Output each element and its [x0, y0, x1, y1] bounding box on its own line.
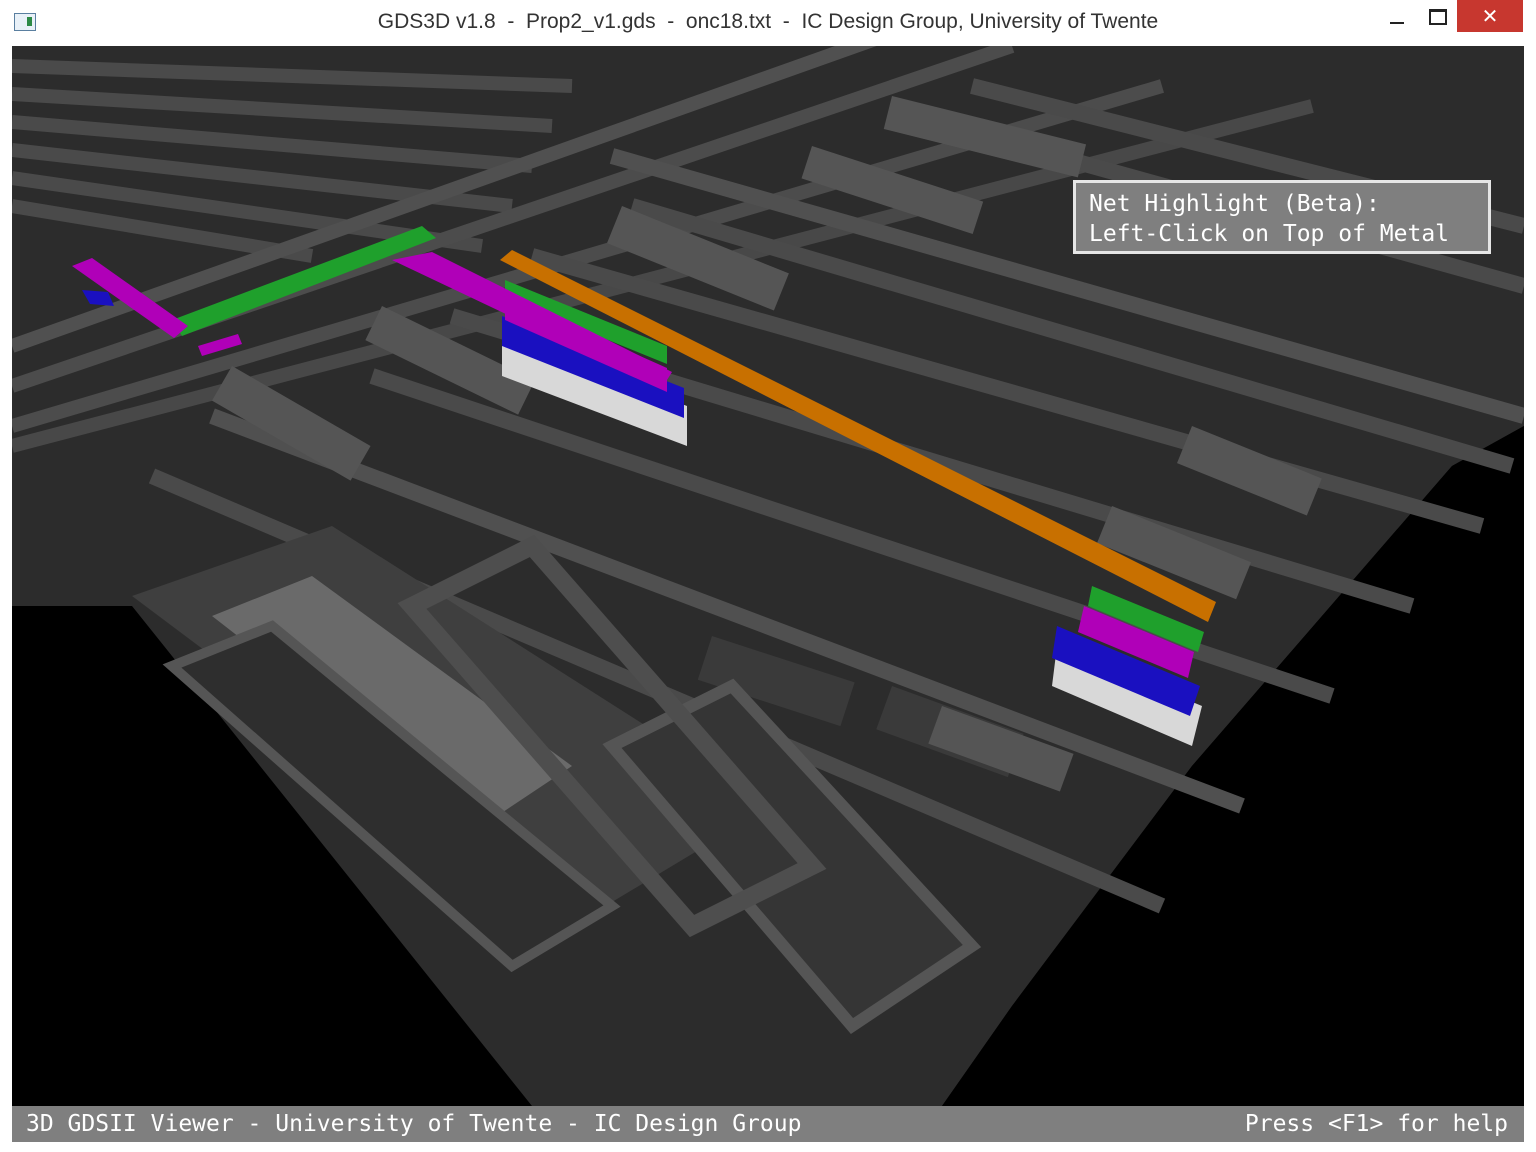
- close-icon: ✕: [1481, 4, 1499, 28]
- status-bar: 3D GDSII Viewer - University of Twente -…: [12, 1106, 1524, 1142]
- title-bar: GDS3D v1.8 - Prop2_v1.gds - onc18.txt - …: [0, 0, 1536, 46]
- status-help-text: Press <F1> for help: [1244, 1111, 1508, 1137]
- window-border: [0, 1142, 1536, 1152]
- status-left-text: 3D GDSII Viewer - University of Twente -…: [26, 1111, 802, 1137]
- minimize-button[interactable]: [1374, 0, 1420, 34]
- window-title: GDS3D v1.8 - Prop2_v1.gds - onc18.txt - …: [377, 10, 1159, 33]
- 3d-viewport[interactable]: Net Highlight (Beta): Left-Click on Top o…: [12, 46, 1524, 1106]
- close-button[interactable]: ✕: [1457, 0, 1523, 32]
- maximize-icon: [1429, 9, 1447, 25]
- hint-line-2: Left-Click on Top of Metal: [1089, 221, 1450, 247]
- hint-line-1: Net Highlight (Beta):: [1089, 191, 1380, 217]
- net-highlight-hint: Net Highlight (Beta): Left-Click on Top o…: [1073, 180, 1491, 254]
- maximize-button[interactable]: [1420, 0, 1456, 34]
- minimize-icon: [1390, 22, 1404, 24]
